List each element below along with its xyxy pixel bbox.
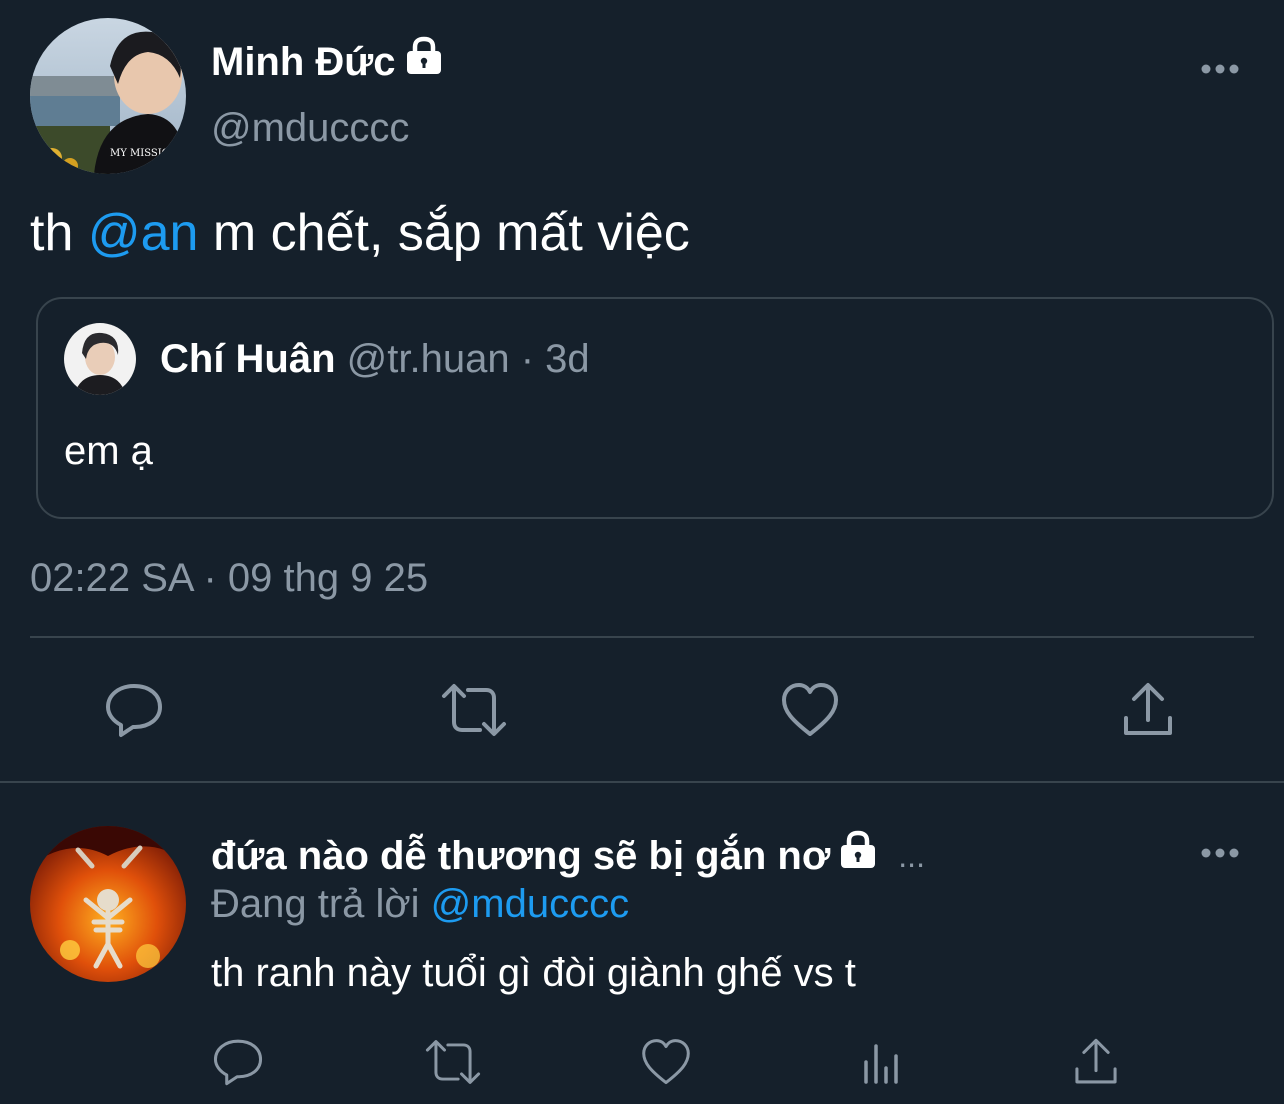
share-icon[interactable] bbox=[1118, 680, 1178, 745]
tweet-text-part: m chết, sắp mất việc bbox=[198, 204, 690, 262]
reply-author-avatar[interactable] bbox=[30, 826, 186, 982]
truncation-ellipsis: ... bbox=[898, 837, 925, 874]
analytics-icon[interactable] bbox=[858, 1038, 906, 1091]
lock-icon bbox=[836, 830, 880, 881]
replying-to: Đang trả lời @mducccc bbox=[211, 880, 629, 928]
reply-icon[interactable] bbox=[104, 680, 164, 745]
quoted-author-meta: @tr.huan · 3d bbox=[335, 337, 590, 381]
author-avatar[interactable]: MY MISSION bbox=[30, 18, 186, 174]
lock-icon bbox=[402, 36, 446, 87]
replying-to-handle[interactable]: @mducccc bbox=[431, 882, 629, 926]
author-handle[interactable]: @mducccc bbox=[211, 104, 409, 152]
svg-text:MY MISSION: MY MISSION bbox=[110, 148, 179, 159]
tweet-text: th @an m chết, sắp mất việc bbox=[30, 202, 690, 264]
retweet-icon[interactable] bbox=[440, 682, 508, 743]
tweet-timestamp[interactable]: 02:22 SA · 09 thg 9 25 bbox=[30, 554, 428, 602]
reply-author-name[interactable]: đứa nào dễ thương sẽ bị gắn nơ ... bbox=[211, 830, 925, 881]
share-icon[interactable] bbox=[1070, 1036, 1122, 1093]
quoted-tweet-header: Chí Huân @tr.huan · 3d bbox=[160, 335, 590, 383]
more-options-icon[interactable] bbox=[1200, 846, 1240, 858]
author-name-text[interactable]: Minh Đức bbox=[211, 38, 396, 86]
more-options-icon[interactable] bbox=[1200, 62, 1240, 74]
quoted-tweet-text: em ạ bbox=[64, 429, 153, 473]
tweet-text-part: th bbox=[30, 204, 88, 262]
like-icon[interactable] bbox=[640, 1038, 692, 1091]
quoted-tweet-card[interactable]: Chí Huân @tr.huan · 3d em ạ bbox=[36, 297, 1274, 519]
mention-link[interactable]: @an bbox=[88, 204, 199, 262]
reply-text: th ranh này tuổi gì đòi giành ghế vs t bbox=[211, 951, 856, 995]
reply-icon[interactable] bbox=[212, 1036, 264, 1093]
quoted-author-avatar bbox=[64, 323, 136, 395]
replying-to-label: Đang trả lời bbox=[211, 882, 431, 926]
quoted-author-name: Chí Huân bbox=[160, 337, 336, 381]
retweet-icon[interactable] bbox=[424, 1038, 482, 1091]
author-name[interactable]: Minh Đức bbox=[211, 36, 446, 87]
reply-author-name-text[interactable]: đứa nào dễ thương sẽ bị gắn nơ bbox=[211, 832, 830, 880]
divider bbox=[0, 781, 1284, 783]
like-icon[interactable] bbox=[780, 682, 840, 743]
divider bbox=[30, 636, 1254, 638]
